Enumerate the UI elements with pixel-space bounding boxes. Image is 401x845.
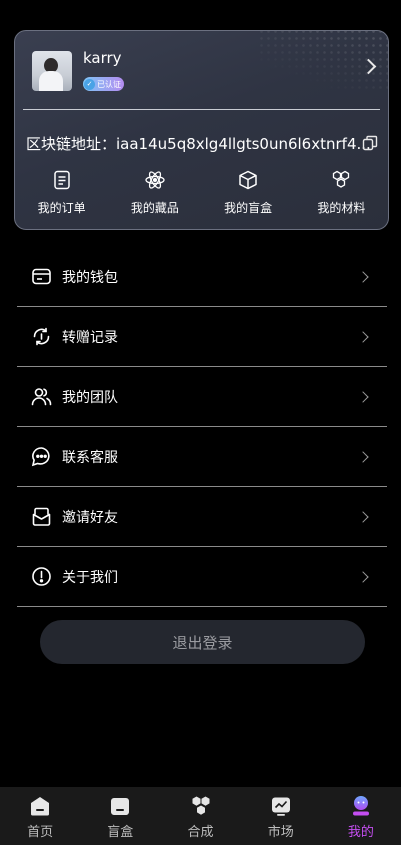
tab-synthesis[interactable]: 合成 (160, 787, 240, 845)
menu-item-label: 邀请好友 (62, 509, 118, 526)
chevron-right-icon (357, 450, 369, 463)
transfer-icon (33, 327, 50, 346)
info-icon (32, 567, 51, 586)
profile-card: karry ✓ 已认证 区块链地址：iaa14u5q8xlg4llgts0un6… (14, 30, 389, 230)
chevron-right-icon (357, 390, 369, 403)
menu-item-my-team[interactable]: 我的团队 (17, 367, 387, 427)
logout-button[interactable]: 退出登录 (40, 620, 365, 664)
tab-label: 首页 (27, 825, 54, 840)
tab-label: 盲盒 (107, 825, 134, 840)
chevron-right-icon (357, 330, 369, 343)
settings-menu: 我的钱包 转赠记录 我的团队 联系客服 邀请好友 关于我们 (17, 247, 387, 607)
menu-item-label: 我的团队 (62, 389, 118, 406)
market-icon (271, 797, 290, 816)
avatar[interactable] (32, 51, 72, 91)
quick-link-blindbox[interactable]: 我的盲盒 (202, 169, 295, 216)
check-icon: ✓ (84, 78, 95, 90)
quick-link-orders[interactable]: 我的订单 (15, 169, 108, 216)
quick-links: 我的订单 我的藏品 我的盲盒 我的材料 (15, 169, 388, 216)
blindbox-icon (111, 798, 130, 815)
blindbox-cube-icon (239, 170, 257, 190)
tab-profile[interactable]: 我的 (321, 787, 401, 845)
quick-link-label: 我的盲盒 (224, 201, 273, 215)
chevron-right-icon (357, 570, 369, 583)
home-icon (31, 797, 50, 816)
order-icon (53, 170, 70, 190)
menu-item-label: 我的钱包 (62, 269, 118, 286)
tab-market[interactable]: 市场 (241, 787, 321, 845)
chevron-right-icon (357, 510, 369, 523)
menu-item-invite-friends[interactable]: 邀请好友 (17, 487, 387, 547)
tab-label: 市场 (267, 825, 294, 840)
invite-icon (32, 507, 51, 526)
profile-icon (352, 796, 369, 816)
menu-item-wallet[interactable]: 我的钱包 (17, 247, 387, 307)
team-icon (31, 388, 52, 406)
blockchain-address: 区块链地址：iaa14u5q8xlg4llgts0un6l6xtnrf4... (26, 135, 371, 153)
quick-link-collections[interactable]: 我的藏品 (108, 169, 201, 216)
synthesis-icon (192, 796, 209, 815)
wallet-icon (32, 268, 51, 285)
menu-item-about-us[interactable]: 关于我们 (17, 547, 387, 607)
bottom-tab-bar: 首页 盲盒 合成 市场 我的 (0, 787, 401, 845)
materials-hexagon-icon (333, 170, 350, 188)
quick-link-label: 我的藏品 (130, 201, 179, 215)
quick-link-label: 我的订单 (37, 201, 86, 215)
collection-atom-icon (145, 171, 165, 189)
menu-item-label: 转赠记录 (62, 329, 118, 346)
verified-badge: ✓ 已认证 (83, 77, 124, 91)
tab-label: 我的 (347, 825, 374, 840)
card-divider (23, 109, 380, 110)
menu-item-customer-service[interactable]: 联系客服 (17, 427, 387, 487)
copy-icon[interactable] (362, 135, 378, 151)
tab-home[interactable]: 首页 (0, 787, 80, 845)
tab-blindbox[interactable]: 盲盒 (80, 787, 160, 845)
menu-item-label: 联系客服 (62, 449, 118, 466)
quick-link-label: 我的材料 (317, 201, 366, 215)
menu-item-label: 关于我们 (62, 569, 118, 586)
tab-label: 合成 (187, 825, 214, 840)
quick-link-materials[interactable]: 我的材料 (295, 169, 388, 216)
chevron-right-icon (357, 270, 369, 283)
menu-item-transfer-records[interactable]: 转赠记录 (17, 307, 387, 367)
username: karry (83, 49, 122, 67)
chat-icon (31, 447, 50, 467)
